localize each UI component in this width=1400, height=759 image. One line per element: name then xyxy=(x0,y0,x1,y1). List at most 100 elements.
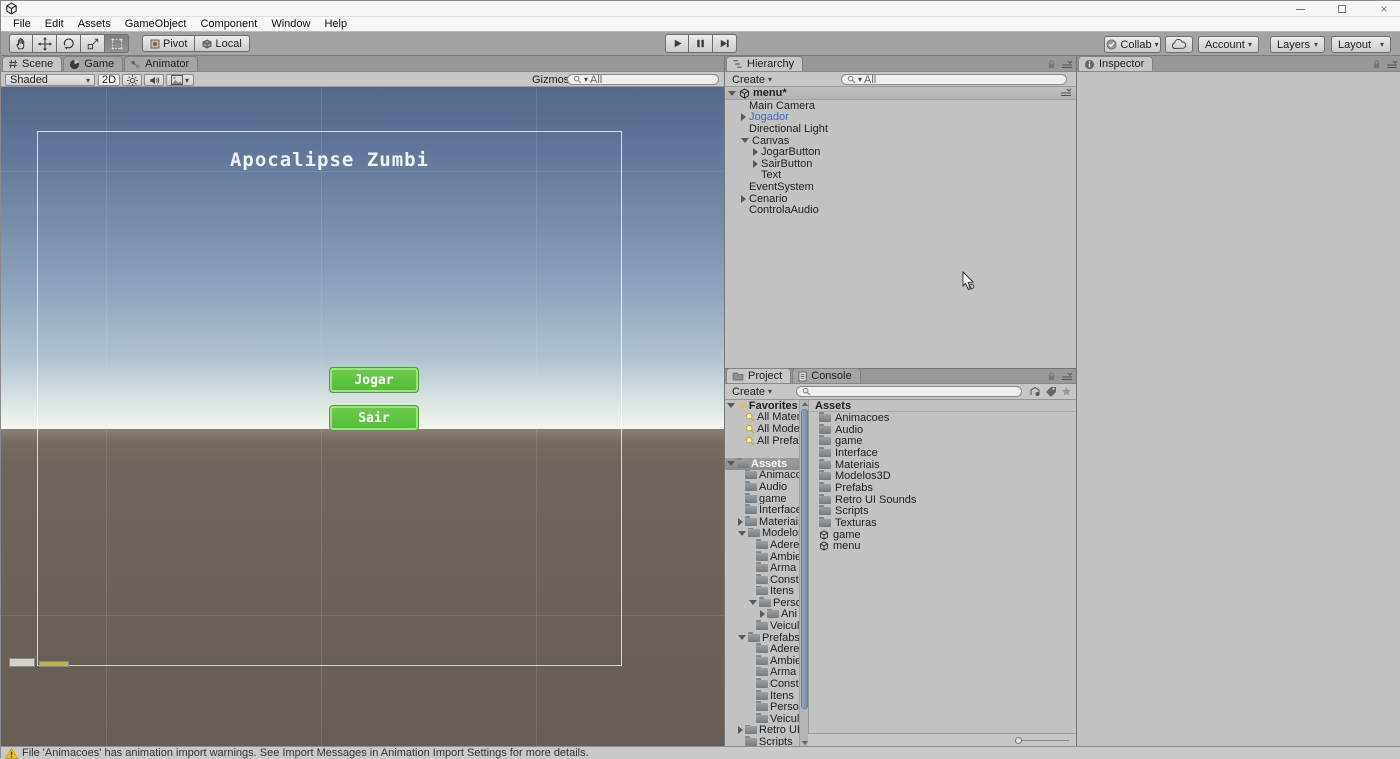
asset-item-game[interactable]: game xyxy=(809,529,1077,541)
panel-tab-project[interactable]: Project xyxy=(726,368,791,383)
asset-item-materiais[interactable]: Materiais xyxy=(809,459,1077,471)
2d-toggle-button[interactable]: 2D xyxy=(98,74,120,86)
hierarchy-item-jogarbutton[interactable]: JogarButton xyxy=(725,146,1076,158)
hierarchy-item-eventsystem[interactable]: EventSystem xyxy=(725,181,1076,193)
lock-icon[interactable] xyxy=(1372,59,1381,70)
panel-tab-hierarchy[interactable]: Hierarchy xyxy=(726,56,803,71)
tree-item-const[interactable]: Const xyxy=(725,574,799,586)
asset-item-texturas[interactable]: Texturas xyxy=(809,517,1077,529)
cloud-button[interactable] xyxy=(1165,36,1193,53)
asset-item-prefabs[interactable]: Prefabs xyxy=(809,482,1077,494)
tree-item-perso[interactable]: Perso xyxy=(725,597,799,609)
menu-component[interactable]: Component xyxy=(193,18,264,30)
expanded-triangle-icon[interactable] xyxy=(728,91,736,96)
scene-search-field[interactable]: ▾ All xyxy=(567,74,719,85)
asset-item-modelos3d[interactable]: Modelos3D xyxy=(809,470,1077,482)
tree-item-const[interactable]: Const xyxy=(725,678,799,690)
tree-item-game[interactable]: game xyxy=(725,493,799,505)
project-create-dropdown[interactable]: Create▾ xyxy=(729,386,775,397)
hierarchy-item-controlaaudio[interactable]: ControlaAudio xyxy=(725,204,1076,216)
view-tab-scene[interactable]: Scene xyxy=(2,56,62,71)
tree-item-interface[interactable]: Interface xyxy=(725,504,799,516)
hierarchy-item-sairbutton[interactable]: SairButton xyxy=(725,158,1076,170)
hand-tool-button[interactable] xyxy=(9,34,33,53)
panel-tab-inspector[interactable]: Inspector xyxy=(1078,56,1153,71)
menu-file[interactable]: File xyxy=(6,18,38,30)
search-by-type-icon[interactable] xyxy=(1029,386,1041,397)
menu-gameobject[interactable]: GameObject xyxy=(118,18,194,30)
tree-item-adere[interactable]: Adere xyxy=(725,539,799,551)
hierarchy-item-directional light[interactable]: Directional Light xyxy=(725,123,1076,135)
game-play-button[interactable]: Jogar xyxy=(329,367,419,393)
tree-item-ani[interactable]: Ani xyxy=(725,609,799,621)
tree-item-itens[interactable]: Itens xyxy=(725,690,799,702)
panel-menu-icon[interactable] xyxy=(1061,372,1073,382)
tree-item-all-prefabs[interactable]: All Prefabs xyxy=(725,435,799,447)
scene-prop-bus[interactable] xyxy=(39,661,69,667)
tree-item-adere[interactable]: Adere xyxy=(725,643,799,655)
project-search-field[interactable] xyxy=(796,386,1022,397)
collab-dropdown[interactable]: Collab▾ xyxy=(1104,36,1161,53)
collapsed-triangle-icon[interactable] xyxy=(741,113,746,121)
menu-help[interactable]: Help xyxy=(317,18,354,30)
collapsed-triangle-icon[interactable] xyxy=(760,610,765,618)
tree-item-veicul[interactable]: Veicul xyxy=(725,713,799,725)
tree-item-arma[interactable]: Arma xyxy=(725,667,799,679)
hierarchy-search-field[interactable]: ▾ All xyxy=(841,74,1067,85)
tree-item-ambie[interactable]: Ambie xyxy=(725,655,799,667)
tree-item-ambie[interactable]: Ambie xyxy=(725,551,799,563)
pivot-toggle-button[interactable]: Pivot xyxy=(142,35,195,52)
favorites-star-icon[interactable] xyxy=(1061,386,1072,397)
rotate-tool-button[interactable] xyxy=(57,34,81,53)
expanded-triangle-icon[interactable] xyxy=(727,461,735,466)
minimize-button[interactable] xyxy=(1287,2,1313,16)
panel-menu-icon[interactable] xyxy=(1061,60,1073,70)
expanded-triangle-icon[interactable] xyxy=(749,600,757,605)
step-button[interactable] xyxy=(713,34,737,53)
scene-prop-vehicle[interactable] xyxy=(9,658,35,667)
asset-item-retro-ui-sounds[interactable]: Retro UI Sounds xyxy=(809,494,1077,506)
tree-item-materiais[interactable]: Materiais xyxy=(725,516,799,528)
expanded-triangle-icon[interactable] xyxy=(741,138,749,143)
tree-item-all-materials[interactable]: All Materials xyxy=(725,412,799,424)
tree-item-audio[interactable]: Audio xyxy=(725,481,799,493)
panel-tab-console[interactable]: Console xyxy=(792,368,860,383)
hierarchy-create-dropdown[interactable]: Create▾ xyxy=(729,74,775,85)
play-button[interactable] xyxy=(665,34,689,53)
expanded-triangle-icon[interactable] xyxy=(738,531,746,536)
tree-item-all-models[interactable]: All Models xyxy=(725,423,799,435)
expanded-triangle-icon[interactable] xyxy=(738,635,746,640)
asset-item-menu[interactable]: menu xyxy=(809,541,1077,553)
scene-menu-icon[interactable] xyxy=(1060,88,1072,98)
collapsed-triangle-icon[interactable] xyxy=(753,160,758,168)
thumbnail-zoom-slider[interactable] xyxy=(1017,740,1069,741)
lock-icon[interactable] xyxy=(1047,59,1056,70)
asset-item-audio[interactable]: Audio xyxy=(809,424,1077,436)
scale-tool-button[interactable] xyxy=(81,34,105,53)
tree-item-modelos3d[interactable]: Modelos3D xyxy=(725,528,799,540)
tree-item-itens[interactable]: Itens xyxy=(725,586,799,598)
menu-assets[interactable]: Assets xyxy=(71,18,118,30)
view-tab-game[interactable]: Game xyxy=(63,56,123,71)
search-by-label-icon[interactable] xyxy=(1045,386,1057,397)
maximize-button[interactable] xyxy=(1329,2,1355,16)
game-quit-button[interactable]: Sair xyxy=(329,405,419,431)
scene-viewport[interactable]: Apocalipse Zumbi Jogar Sair xyxy=(1,87,724,746)
collapsed-triangle-icon[interactable] xyxy=(753,148,758,156)
layers-dropdown[interactable]: Layers▾ xyxy=(1270,36,1325,53)
status-bar[interactable]: File 'Animacoes' has animation import wa… xyxy=(1,746,1400,759)
lighting-toggle-button[interactable] xyxy=(122,74,142,86)
collapsed-triangle-icon[interactable] xyxy=(738,726,743,734)
account-dropdown[interactable]: Account▾ xyxy=(1198,36,1259,53)
view-tab-animator[interactable]: Animator xyxy=(124,56,198,71)
tree-item-prefabs[interactable]: Prefabs xyxy=(725,632,799,644)
tree-item-veicul[interactable]: Veicul xyxy=(725,620,799,632)
move-tool-button[interactable] xyxy=(33,34,57,53)
scene-header-row[interactable]: menu* xyxy=(725,87,1076,100)
scrollbar-thumb[interactable] xyxy=(801,409,808,709)
project-tree-scrollbar[interactable] xyxy=(799,400,808,747)
collapsed-triangle-icon[interactable] xyxy=(738,518,743,526)
hierarchy-item-main camera[interactable]: Main Camera xyxy=(725,100,1076,112)
asset-item-game[interactable]: game xyxy=(809,435,1077,447)
tree-item-animacoes[interactable]: Animacoes xyxy=(725,470,799,482)
